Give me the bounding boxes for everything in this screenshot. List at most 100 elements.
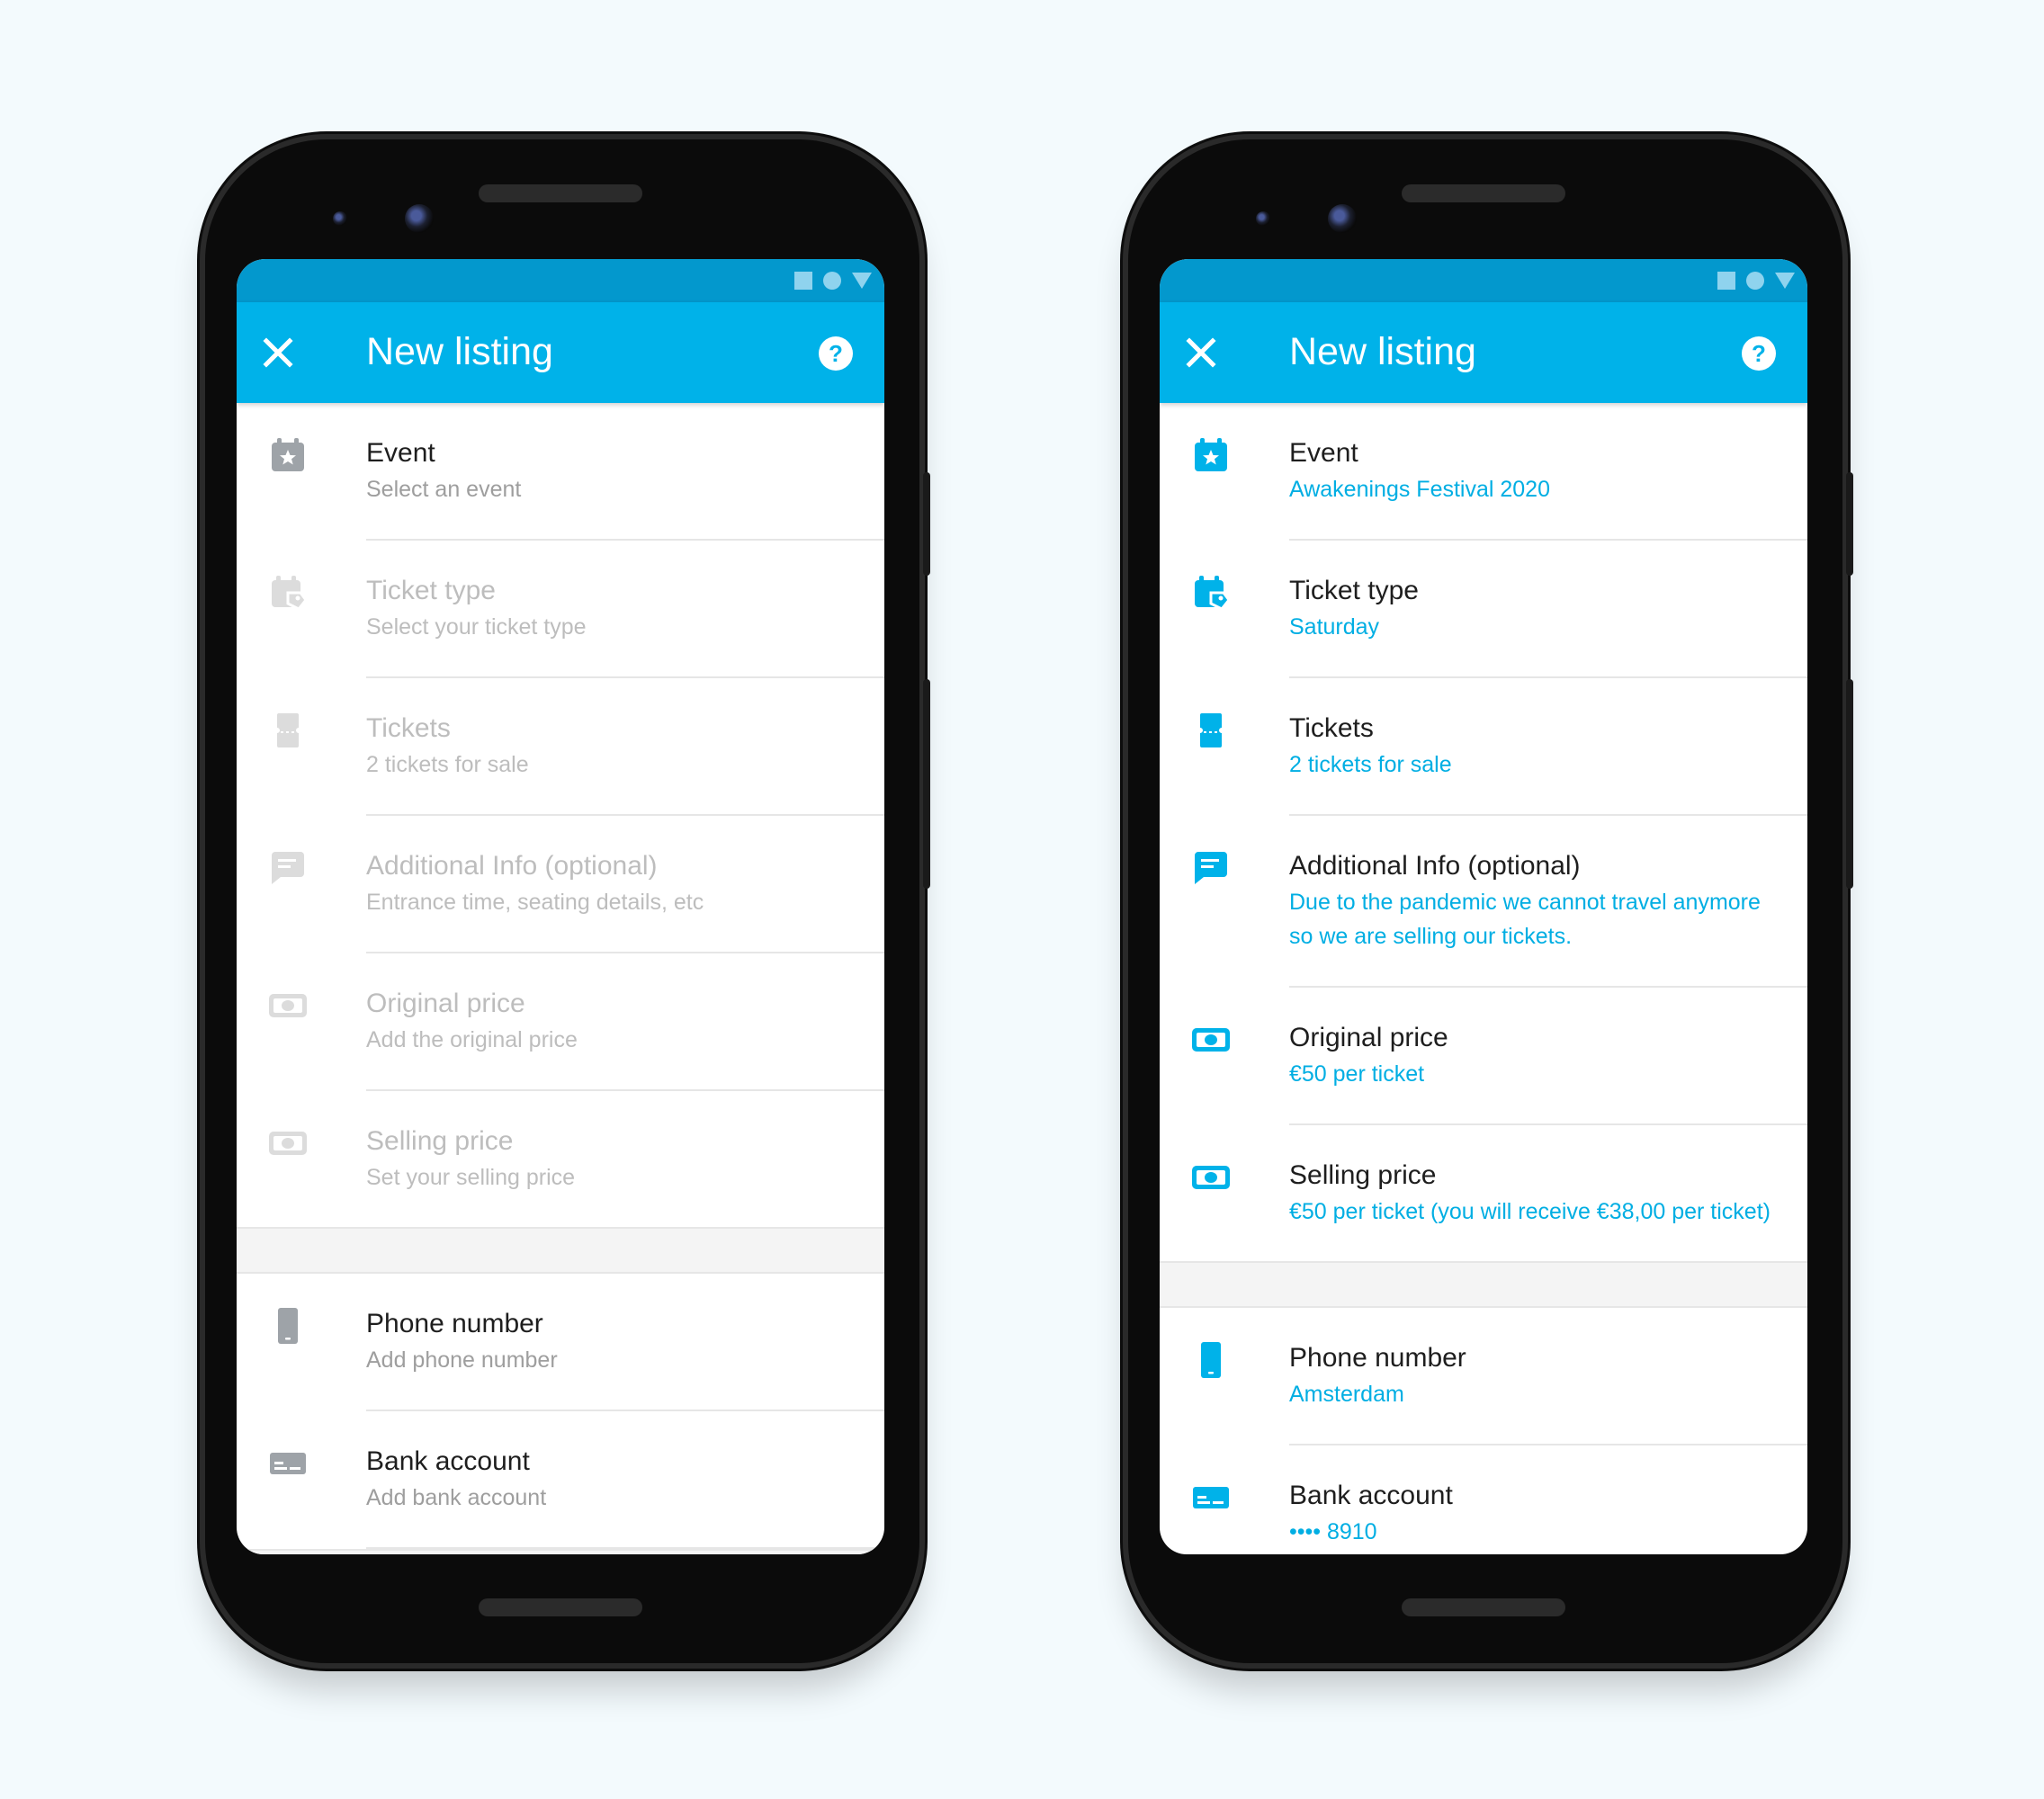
- svg-text:?: ?: [829, 340, 843, 367]
- page-title: New listing: [1289, 330, 1476, 373]
- svg-text:?: ?: [1752, 340, 1766, 367]
- row-value: €50 per ticket: [1289, 1061, 1425, 1087]
- row-value: Select your ticket type: [366, 614, 587, 640]
- row-title: Event: [366, 438, 435, 468]
- original-price-row: Original price Add the original price: [237, 953, 884, 1091]
- calendar-tag-icon: [1191, 573, 1231, 613]
- section-divider: [1160, 1261, 1807, 1308]
- phone-icon: [268, 1306, 308, 1346]
- row-title: Tickets: [1289, 713, 1374, 743]
- event-row[interactable]: Event Select an event: [237, 403, 884, 541]
- home-icon: [1746, 272, 1764, 290]
- row-value: 2 tickets for sale: [1289, 752, 1452, 777]
- volume-button: [923, 472, 930, 576]
- chat-icon: [268, 848, 308, 888]
- card-icon: [268, 1444, 308, 1483]
- row-title: Bank account: [366, 1446, 530, 1476]
- ticket-icon: [268, 711, 308, 750]
- home-icon: [823, 272, 841, 290]
- power-button: [1846, 679, 1853, 889]
- power-button: [923, 679, 930, 889]
- row-title: Selling price: [1289, 1160, 1437, 1190]
- chat-icon: [1191, 848, 1231, 888]
- original-price-row[interactable]: Original price €50 per ticket: [1160, 988, 1807, 1125]
- row-value: Saturday: [1289, 614, 1380, 640]
- camera-icon: [405, 204, 434, 233]
- app-bar: New listing ?: [1160, 302, 1807, 403]
- selling-price-row[interactable]: Selling price €50 per ticket (you will r…: [1160, 1125, 1807, 1261]
- money-icon: [268, 986, 308, 1025]
- additional-info-row[interactable]: Additional Info (optional) Due to the pa…: [1160, 816, 1807, 988]
- back-icon: [852, 273, 872, 289]
- bottom-speaker: [1402, 1598, 1565, 1616]
- camera-icon: [1328, 204, 1357, 233]
- phone-number-row[interactable]: Phone number Add phone number: [237, 1274, 884, 1411]
- close-icon: [1186, 337, 1216, 368]
- row-value: Awakenings Festival 2020: [1289, 477, 1550, 502]
- tickets-row[interactable]: Tickets 2 tickets for sale: [1160, 678, 1807, 816]
- phone-number-row[interactable]: Phone number Amsterdam: [1160, 1308, 1807, 1445]
- help-button[interactable]: ?: [818, 336, 854, 371]
- calendar-tag-icon: [268, 573, 308, 613]
- volume-button: [1846, 472, 1853, 576]
- row-value: Add the original price: [366, 1027, 578, 1052]
- listing-form: Event Awakenings Festival 2020 Ticket ty…: [1160, 403, 1807, 1554]
- event-row[interactable]: Event Awakenings Festival 2020: [1160, 403, 1807, 541]
- page-title: New listing: [366, 330, 553, 373]
- money-icon: [268, 1123, 308, 1163]
- close-button[interactable]: [1185, 336, 1217, 369]
- back-icon: [1775, 273, 1795, 289]
- row-title: Bank account: [1289, 1481, 1453, 1510]
- help-button[interactable]: ?: [1741, 336, 1777, 371]
- row-title: Phone number: [1289, 1343, 1466, 1373]
- selling-price-row: Selling price Set your selling price: [237, 1091, 884, 1227]
- sensor-icon: [333, 211, 347, 226]
- section-divider: [237, 1549, 884, 1554]
- row-title: Additional Info (optional): [366, 851, 658, 881]
- card-icon: [1191, 1478, 1231, 1517]
- row-value: 2 tickets for sale: [366, 752, 529, 777]
- earpiece-speaker: [479, 184, 642, 202]
- money-icon: [1191, 1158, 1231, 1197]
- row-value: Add bank account: [366, 1485, 547, 1510]
- phone-icon: [1191, 1340, 1231, 1380]
- help-icon: ?: [819, 336, 853, 371]
- row-title: Ticket type: [366, 576, 496, 605]
- screen: New listing ? Event Select an event Tick…: [237, 259, 884, 1554]
- row-title: Ticket type: [1289, 576, 1419, 605]
- row-title: Selling price: [366, 1126, 514, 1156]
- row-title: Phone number: [366, 1309, 543, 1338]
- ticket-type-row[interactable]: Ticket type Saturday: [1160, 541, 1807, 678]
- recent-apps-icon: [1717, 272, 1735, 290]
- row-title: Original price: [366, 989, 525, 1018]
- phone-empty-form: New listing ? Event Select an event Tick…: [205, 139, 930, 1663]
- row-title: Original price: [1289, 1023, 1448, 1052]
- row-value: Set your selling price: [366, 1165, 576, 1190]
- row-title: Additional Info (optional): [1289, 851, 1581, 881]
- sensor-icon: [1256, 211, 1270, 226]
- status-bar: [237, 259, 884, 302]
- help-icon: ?: [1742, 336, 1776, 371]
- money-icon: [1191, 1020, 1231, 1060]
- row-value: •••• 8910: [1289, 1519, 1377, 1544]
- row-value: Due to the pandemic we cannot travel any…: [1289, 890, 1761, 949]
- section-divider: [237, 1227, 884, 1274]
- row-title: Tickets: [366, 713, 451, 743]
- row-value: Amsterdam: [1289, 1382, 1404, 1407]
- bank-account-row[interactable]: Bank account Add bank account: [237, 1411, 884, 1549]
- ticket-type-row: Ticket type Select your ticket type: [237, 541, 884, 678]
- row-title: Event: [1289, 438, 1358, 468]
- bottom-speaker: [479, 1598, 642, 1616]
- phone-filled-form: New listing ? Event Awakenings Festival …: [1128, 139, 1853, 1663]
- row-value: €50 per ticket (you will receive €38,00 …: [1289, 1199, 1771, 1224]
- tickets-row: Tickets 2 tickets for sale: [237, 678, 884, 816]
- close-button[interactable]: [262, 336, 294, 369]
- close-icon: [263, 337, 293, 368]
- bank-account-row[interactable]: Bank account •••• 8910: [1160, 1445, 1807, 1554]
- row-value: Select an event: [366, 477, 522, 502]
- row-value: Add phone number: [366, 1347, 558, 1373]
- status-bar: [1160, 259, 1807, 302]
- recent-apps-icon: [794, 272, 812, 290]
- screen: New listing ? Event Awakenings Festival …: [1160, 259, 1807, 1554]
- row-value: Entrance time, seating details, etc: [366, 890, 704, 915]
